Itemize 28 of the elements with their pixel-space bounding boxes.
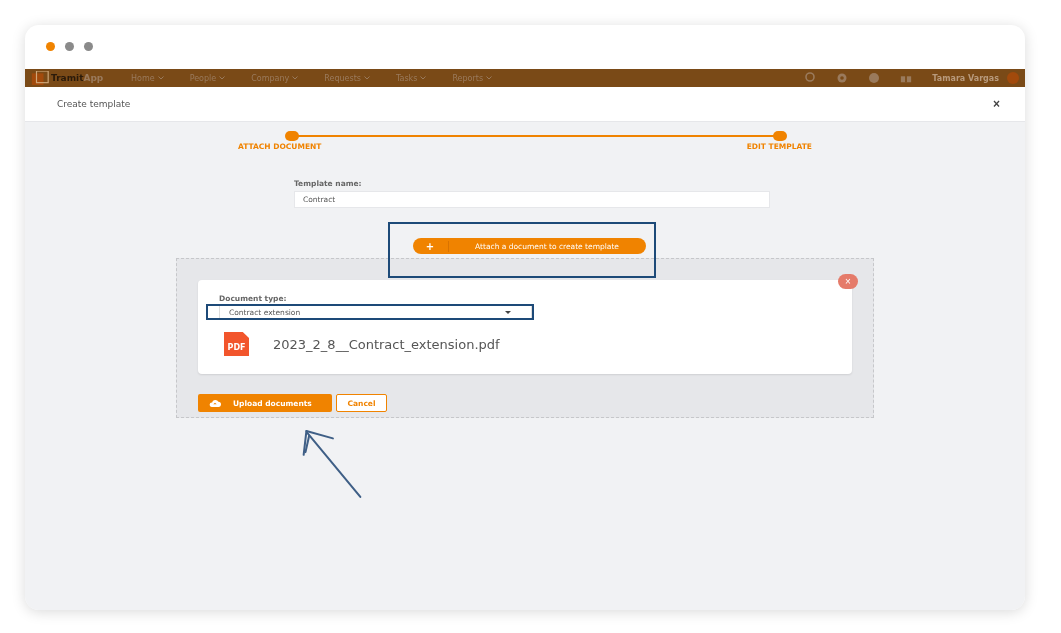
search-icon[interactable] bbox=[804, 72, 817, 84]
logo-icon bbox=[31, 71, 49, 85]
file-name: 2023_2_8__Contract_extension.pdf bbox=[273, 336, 500, 352]
nav-menu-item[interactable]: Requests bbox=[324, 73, 361, 83]
window-dot bbox=[46, 42, 55, 51]
nav-menu-item[interactable]: Company bbox=[251, 73, 290, 83]
user-name[interactable]: Tamara Vargas bbox=[932, 73, 999, 83]
nav-menu-item[interactable]: Tasks bbox=[395, 73, 418, 83]
window-dot bbox=[65, 42, 74, 51]
nav-menu-item[interactable]: Home bbox=[131, 73, 155, 83]
avatar[interactable] bbox=[1007, 72, 1019, 84]
nav-menu-item[interactable]: People bbox=[189, 73, 217, 83]
remove-button[interactable]: × bbox=[838, 274, 858, 289]
chevron-icon bbox=[292, 76, 299, 80]
pdf-file-icon: PDF bbox=[224, 332, 249, 356]
chevron-icon bbox=[157, 76, 164, 80]
chevron-icon bbox=[363, 76, 370, 80]
logo-text: App bbox=[83, 73, 104, 83]
window-dot bbox=[84, 42, 93, 51]
logo-text: Tramit bbox=[51, 73, 84, 83]
caret-icon bbox=[505, 310, 511, 314]
chevron-icon bbox=[420, 76, 427, 80]
chevron-icon bbox=[486, 76, 493, 80]
chevron-icon bbox=[219, 76, 226, 80]
modal-title: Create template bbox=[57, 99, 131, 109]
close-button[interactable]: × bbox=[993, 97, 1000, 111]
nav-menu-item[interactable]: Reports bbox=[452, 73, 484, 83]
cloud-upload-icon bbox=[209, 398, 221, 408]
